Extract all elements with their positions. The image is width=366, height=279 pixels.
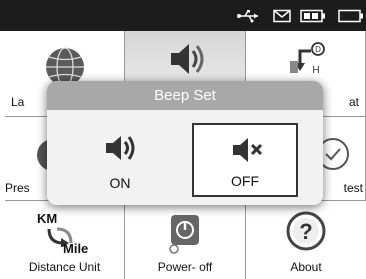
mile-label: Mile — [63, 241, 89, 256]
beep-off-label: OFF — [231, 173, 259, 189]
speaker-icon — [171, 44, 204, 74]
dialog-title: Beep Set — [47, 81, 323, 110]
beep-on-option[interactable]: ON — [67, 123, 173, 197]
format-icon: D H — [290, 42, 325, 76]
beep-on-label: ON — [109, 175, 131, 191]
speaker-on-icon — [106, 136, 135, 160]
svg-text:D: D — [315, 45, 321, 54]
beep-set-dialog: Beep Set ON OFF — [47, 81, 323, 205]
power-off-icon — [169, 215, 199, 254]
envelope-icon — [273, 9, 291, 23]
screen: La D H at Pres test KM Mile Distance Uni… — [0, 0, 366, 279]
svg-text:H: H — [312, 65, 319, 76]
dialog-body: ON OFF — [47, 110, 323, 205]
menu-item-label: Distance Unit — [28, 260, 101, 274]
menu-item-label: About — [290, 260, 322, 274]
menu-item-about[interactable]: ? About — [246, 201, 366, 279]
menu-item-label: Power- off — [157, 260, 213, 274]
menu-item-label: at — [348, 95, 359, 109]
usb-icon — [237, 10, 258, 23]
speaker-mute-icon — [233, 138, 263, 162]
battery-icon — [338, 9, 363, 23]
menu-item-power-off[interactable]: Power- off — [125, 201, 246, 279]
battery-icon — [300, 9, 325, 23]
svg-text:?: ? — [299, 219, 312, 244]
status-bar — [0, 0, 366, 31]
question-icon: ? — [286, 211, 326, 251]
km-mile-icon: KM Mile — [31, 211, 101, 257]
menu-item-label: test — [343, 181, 363, 195]
km-label: KM — [37, 211, 58, 226]
beep-off-option[interactable]: OFF — [192, 123, 298, 197]
menu-item-distance-unit[interactable]: KM Mile Distance Unit — [5, 201, 125, 279]
